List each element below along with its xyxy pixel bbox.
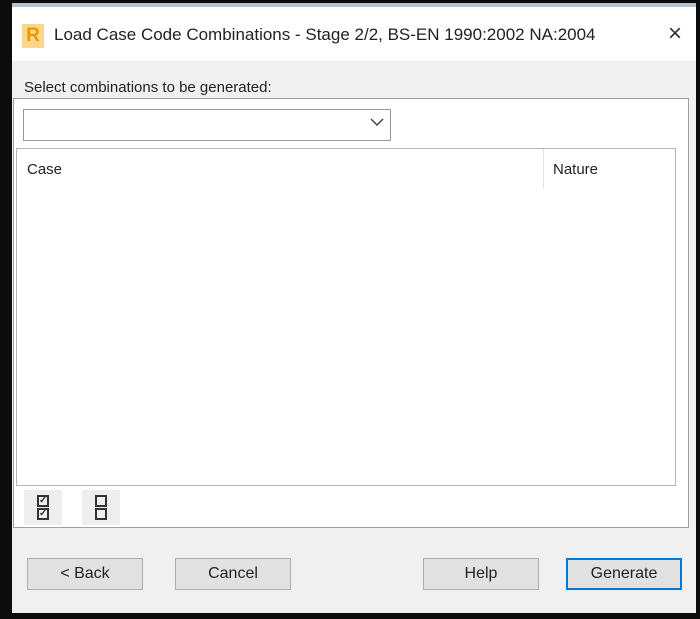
checked-box-icon: ✓ [37, 495, 49, 507]
close-icon[interactable]: × [660, 19, 690, 49]
checked-box-icon: ✓ [37, 508, 49, 520]
column-divider[interactable] [543, 149, 544, 189]
column-header-nature[interactable]: Nature [553, 161, 598, 178]
combinations-panel: Case Nature ✓ ✓ [13, 98, 689, 528]
window-title: Load Case Code Combinations - Stage 2/2,… [54, 25, 596, 44]
cancel-button[interactable]: Cancel [175, 558, 291, 590]
select-combinations-label: Select combinations to be generated: [24, 79, 272, 96]
column-header-case[interactable]: Case [27, 161, 62, 178]
check-all-button[interactable]: ✓ ✓ [24, 490, 62, 525]
uncheck-all-button[interactable] [82, 490, 120, 525]
help-button[interactable]: Help [423, 558, 539, 590]
unchecked-box-icon [95, 495, 107, 507]
dialog-window: R Load Case Code Combinations - Stage 2/… [12, 3, 696, 613]
generate-button[interactable]: Generate [566, 558, 682, 590]
cases-list[interactable]: Case Nature [16, 148, 676, 486]
app-logo-icon: R [22, 24, 44, 48]
chevron-down-icon [370, 114, 384, 132]
title-bar: R Load Case Code Combinations - Stage 2/… [12, 7, 696, 61]
back-button[interactable]: < Back [27, 558, 143, 590]
combination-type-dropdown[interactable] [23, 109, 391, 141]
unchecked-box-icon [95, 508, 107, 520]
